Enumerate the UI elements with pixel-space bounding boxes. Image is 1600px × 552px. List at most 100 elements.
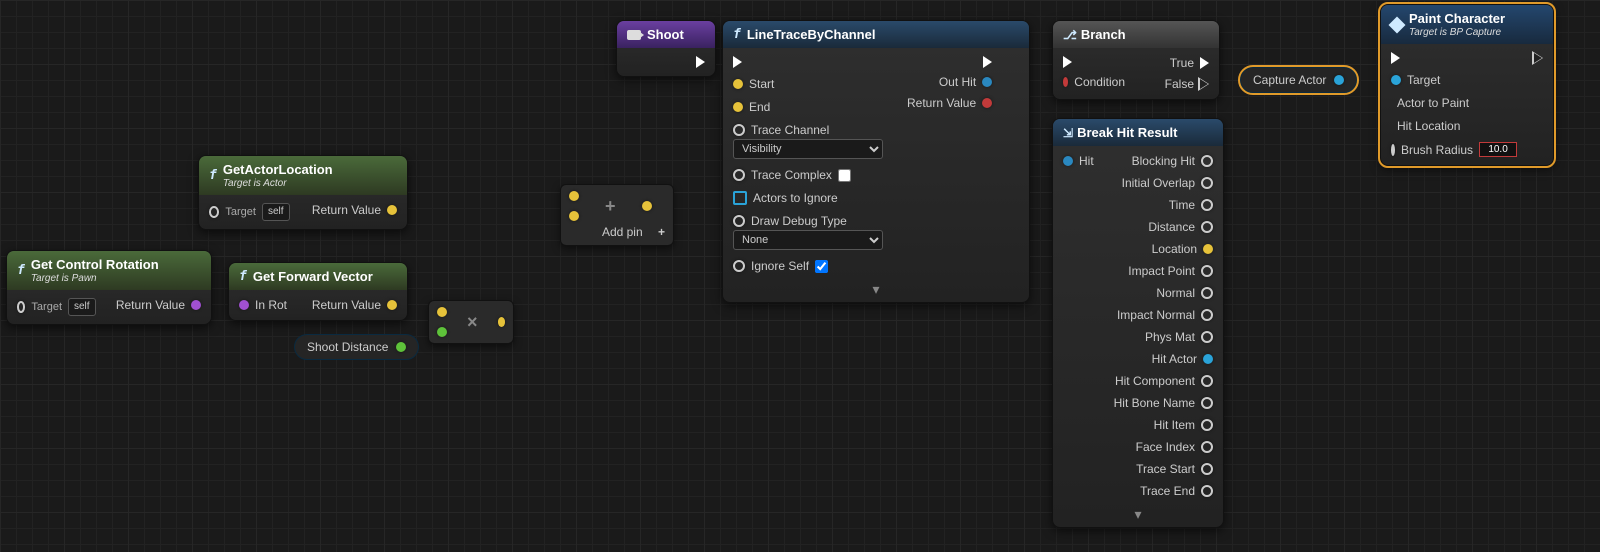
node-header: f GetActorLocation Target is Actor (199, 156, 407, 195)
pin-exec-out[interactable] (983, 56, 992, 68)
node-header: f Get Forward Vector (229, 263, 407, 290)
pin-out-hit[interactable]: Out Hit (939, 75, 992, 89)
pin-start[interactable]: Start (733, 77, 883, 91)
pin-brush-radius[interactable]: Brush Radius (1391, 142, 1459, 157)
trace-complex-checkbox[interactable] (838, 169, 851, 182)
pin-actors-to-ignore[interactable]: Actors to Ignore (733, 191, 883, 205)
pin-end[interactable]: End (733, 100, 883, 114)
function-icon: f (209, 168, 217, 183)
pin-exec-out[interactable] (1534, 52, 1543, 64)
node-title: GetActorLocation (223, 162, 333, 177)
node-title: Branch (1081, 27, 1126, 42)
pin-exec-in[interactable] (1063, 56, 1125, 68)
pin-impact-normal[interactable]: Impact Normal (1117, 308, 1213, 322)
node-title: Paint Character (1409, 11, 1505, 26)
pin-initial-overlap[interactable]: Initial Overlap (1122, 176, 1213, 190)
expand-node-button[interactable]: ▾ (1053, 506, 1223, 527)
struct-break-icon: ⇲ (1063, 126, 1071, 140)
variable-label: Shoot Distance (307, 340, 388, 354)
pin-hit-component[interactable]: Hit Component (1115, 374, 1213, 388)
node-title: LineTraceByChannel (747, 27, 876, 42)
variable-shoot-distance[interactable]: Shoot Distance (294, 334, 419, 360)
function-icon: f (17, 263, 25, 278)
draw-debug-select[interactable]: None (733, 230, 883, 250)
input-draw-debug-type[interactable]: Draw Debug Type None (733, 214, 883, 250)
variable-capture-actor[interactable]: Capture Actor (1240, 67, 1357, 93)
pin-target[interactable]: Target self (209, 203, 290, 221)
pin-target[interactable]: Target self (17, 298, 96, 316)
node-add[interactable]: + Add pin + (560, 184, 674, 246)
pin-output[interactable] (396, 342, 406, 352)
node-header: f Get Control Rotation Target is Pawn (7, 251, 211, 290)
pin-a[interactable] (569, 191, 579, 201)
pin-b[interactable] (437, 327, 447, 337)
pin-true[interactable]: True (1170, 56, 1209, 70)
node-line-trace-by-channel[interactable]: f LineTraceByChannel Start End Trace Cha… (722, 20, 1030, 303)
node-get-control-rotation[interactable]: f Get Control Rotation Target is Pawn Ta… (6, 250, 212, 325)
node-header: Shoot (617, 21, 715, 48)
pin-exec-in[interactable] (1391, 52, 1459, 64)
pin-output[interactable] (1334, 75, 1344, 85)
pin-out[interactable] (642, 201, 652, 211)
node-title: Break Hit Result (1077, 125, 1177, 140)
pin-location[interactable]: Location (1152, 242, 1213, 256)
pin-normal[interactable]: Normal (1156, 286, 1213, 300)
node-get-actor-location[interactable]: f GetActorLocation Target is Actor Targe… (198, 155, 408, 230)
add-pin-button[interactable]: Add pin + (569, 225, 665, 239)
variable-label: Capture Actor (1253, 73, 1326, 87)
pin-hit-bone-name[interactable]: Hit Bone Name (1114, 396, 1213, 410)
pin-ignore-self[interactable]: Ignore Self (733, 259, 883, 273)
pin-blocking-hit[interactable]: Blocking Hit (1132, 154, 1213, 168)
pin-hit-item[interactable]: Hit Item (1154, 418, 1213, 432)
pin-b[interactable] (569, 211, 579, 221)
node-header: ⎇ Branch (1053, 21, 1219, 48)
pin-hit[interactable]: Hit (1063, 154, 1123, 168)
pin-target[interactable]: Target (1391, 73, 1459, 87)
node-subtitle: Target is Pawn (31, 273, 159, 284)
add-icon: + (605, 196, 616, 217)
pin-false[interactable]: False (1165, 77, 1209, 91)
function-icon: f (239, 269, 247, 284)
multiply-icon: × (467, 312, 478, 333)
pin-exec-in[interactable] (733, 56, 883, 68)
pin-in-rot[interactable]: In Rot (239, 298, 299, 312)
pin-return-value[interactable]: Return Value (312, 298, 397, 312)
node-title: Get Control Rotation (31, 257, 159, 272)
ignore-self-checkbox[interactable] (815, 260, 828, 273)
branch-icon: ⎇ (1063, 28, 1075, 42)
pin-a[interactable] (437, 307, 447, 317)
node-shoot-event[interactable]: Shoot (616, 20, 716, 77)
node-get-forward-vector[interactable]: f Get Forward Vector In Rot Return Value (228, 262, 408, 321)
pin-face-index[interactable]: Face Index (1136, 440, 1213, 454)
pin-return-value[interactable]: Return Value (312, 203, 397, 217)
pin-hit-actor[interactable]: Hit Actor (1152, 352, 1213, 366)
input-trace-channel[interactable]: Trace Channel Visibility (733, 123, 883, 159)
pin-trace-end[interactable]: Trace End (1140, 484, 1213, 498)
pin-return-value[interactable]: Return Value (907, 96, 992, 110)
pin-return-value[interactable]: Return Value (116, 298, 201, 312)
trace-channel-select[interactable]: Visibility (733, 139, 883, 159)
pin-time[interactable]: Time (1169, 198, 1213, 212)
pin-trace-start[interactable]: Trace Start (1136, 462, 1213, 476)
pin-condition[interactable]: Condition (1063, 75, 1125, 89)
node-header: Paint Character Target is BP Capture (1381, 5, 1553, 44)
node-subtitle: Target is Actor (223, 178, 333, 189)
node-break-hit-result[interactable]: ⇲ Break Hit Result Hit Blocking Hit Initi… (1052, 118, 1224, 528)
node-title: Get Forward Vector (253, 269, 373, 284)
pin-hit-location[interactable]: Hit Location (1391, 119, 1459, 133)
pin-impact-point[interactable]: Impact Point (1128, 264, 1213, 278)
pin-exec-out[interactable] (696, 56, 705, 68)
array-pin-icon (733, 191, 747, 205)
pin-actor-to-paint[interactable]: Actor to Paint (1391, 96, 1459, 110)
node-subtitle: Target is BP Capture (1409, 27, 1505, 38)
node-title: Shoot (647, 27, 684, 42)
node-header: f LineTraceByChannel (723, 21, 1029, 48)
node-multiply[interactable]: × (428, 300, 514, 344)
pin-distance[interactable]: Distance (1148, 220, 1213, 234)
pin-trace-complex[interactable]: Trace Complex (733, 168, 883, 182)
pin-phys-mat[interactable]: Phys Mat (1145, 330, 1213, 344)
node-paint-character[interactable]: Paint Character Target is BP Capture Tar… (1380, 4, 1554, 166)
node-branch[interactable]: ⎇ Branch Condition True False (1052, 20, 1220, 100)
pin-out[interactable] (498, 317, 505, 327)
expand-node-button[interactable]: ▾ (723, 281, 1029, 302)
